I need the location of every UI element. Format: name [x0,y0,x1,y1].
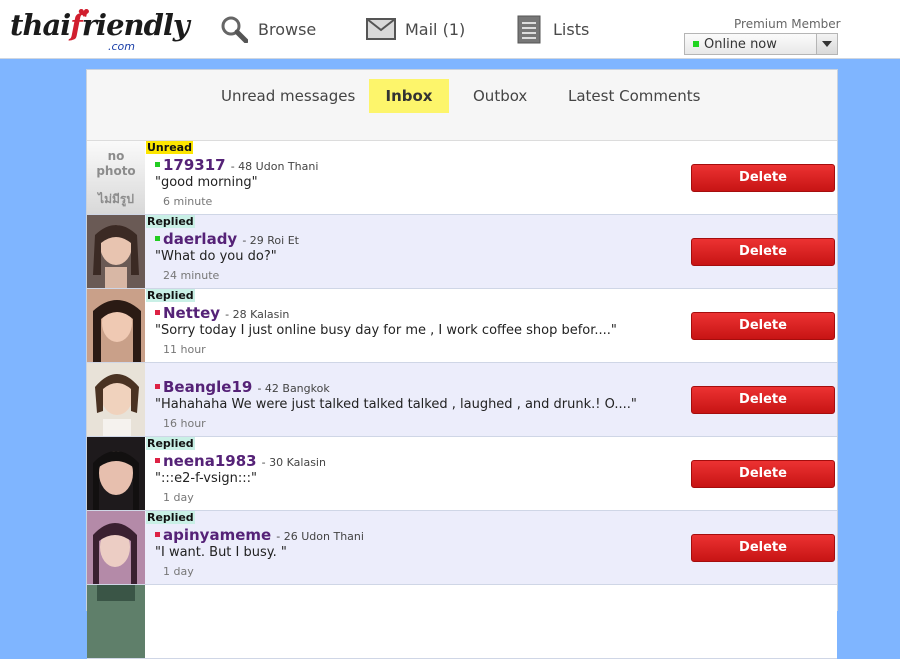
avatar[interactable] [87,289,145,362]
message-preview[interactable]: "I want. But I busy. " [155,545,287,560]
chevron-down-icon[interactable] [816,34,837,54]
user-meta: - 28 Kalasin [225,308,290,321]
message-time: 11 hour [163,343,206,356]
offline-indicator-icon [155,458,160,463]
no-photo-label: no photo [96,149,136,178]
message-time: 6 minute [163,195,213,208]
message-time: 1 day [163,565,194,578]
status-badge: Replied [146,437,195,450]
online-indicator-icon [155,162,160,167]
tab-outbox[interactable]: Outbox [473,79,527,113]
mail-panel: Unread messages Inbox Outbox Latest Comm… [86,69,838,659]
offline-indicator-icon [155,532,160,537]
online-status-select[interactable]: Online now [684,33,838,55]
user-meta: - 42 Bangkok [257,382,330,395]
online-indicator-icon [155,236,160,241]
logo-heart-icon: ❤ [78,6,90,22]
logo-suffix: .com [108,40,135,53]
delete-button[interactable]: Delete [691,386,835,414]
username-link[interactable]: daerlady [163,230,237,248]
tab-unread-messages[interactable]: Unread messages [221,79,355,113]
user-meta: - 26 Udon Thani [276,530,364,543]
avatar[interactable] [87,215,145,288]
delete-button[interactable]: Delete [691,238,835,266]
online-dot-icon [693,41,699,47]
nav-browse[interactable]: Browse [219,13,316,45]
mail-icon [366,14,396,44]
avatar[interactable] [87,363,145,436]
delete-button[interactable]: Delete [691,312,835,340]
nav-lists-label: Lists [553,19,590,39]
no-photo-thai-label: ไม่มีรูป [98,192,134,206]
message-row[interactable]: Replied apinyameme - 26 Udon Thani "I wa… [87,511,837,585]
no-photo-avatar[interactable]: no photo ไม่มีรูป [87,141,145,214]
status-badge: Replied [146,289,195,302]
user-meta: - 30 Kalasin [261,456,326,469]
status-badge: Unread [146,141,193,154]
message-row[interactable]: Replied neena1983 - 30 Kalasin ":::e2-f-… [87,437,837,511]
offline-indicator-icon [155,310,160,315]
username-link[interactable]: 179317 [163,156,226,174]
message-time: 24 minute [163,269,220,282]
username-link[interactable]: Nettey [163,304,220,322]
message-preview[interactable]: "Hahahaha We were just talked talked tal… [155,397,637,412]
top-bar: thaifriendly ❤ .com Browse Mail (1) List… [0,0,900,59]
message-row[interactable] [87,585,837,659]
nav-mail-label: Mail (1) [405,19,466,39]
delete-button[interactable]: Delete [691,534,835,562]
message-time: 16 hour [163,417,206,430]
online-status-value: Online now [704,36,777,52]
message-row[interactable]: Replied daerlady - 29 Roi Et "What do yo… [87,215,837,289]
nav-mail[interactable]: Mail (1) [366,13,465,45]
site-logo[interactable]: thaifriendly ❤ .com [10,6,190,53]
status-badge: Replied [146,511,195,524]
offline-indicator-icon [155,384,160,389]
message-row[interactable]: Beangle19 - 42 Bangkok "Hahahaha We were… [87,363,837,437]
user-meta: - 48 Udon Thani [230,160,319,173]
avatar[interactable] [87,585,145,658]
nav-lists[interactable]: Lists [514,13,589,45]
search-icon [219,14,249,44]
message-preview[interactable]: "good morning" [155,175,258,190]
message-row[interactable]: Replied Nettey - 28 Kalasin "Sorry today… [87,289,837,363]
message-time: 1 day [163,491,194,504]
tab-latest-comments[interactable]: Latest Comments [568,79,700,113]
user-meta: - 29 Roi Et [242,234,299,247]
username-link[interactable]: apinyameme [163,526,271,544]
message-preview[interactable]: "What do you do?" [155,249,277,264]
username-link[interactable]: neena1983 [163,452,257,470]
list-icon [514,14,544,44]
mail-tabs: Unread messages Inbox Outbox Latest Comm… [87,70,837,141]
status-badge: Replied [146,215,195,228]
logo-text: thaifriendly [10,8,190,42]
avatar[interactable] [87,437,145,510]
message-preview[interactable]: "Sorry today I just online busy day for … [155,323,617,338]
message-list: no photo ไม่มีรูป Unread 179317 - 48 Udo… [87,141,837,659]
username-link[interactable]: Beangle19 [163,378,252,396]
nav-browse-label: Browse [258,19,317,39]
avatar[interactable] [87,511,145,584]
membership-label: Premium Member [734,17,841,31]
delete-button[interactable]: Delete [691,164,835,192]
message-preview[interactable]: ":::e2-f-vsign:::" [155,471,257,486]
status-badge [146,363,148,376]
delete-button[interactable]: Delete [691,460,835,488]
tab-inbox[interactable]: Inbox [369,79,449,113]
message-row[interactable]: no photo ไม่มีรูป Unread 179317 - 48 Udo… [87,141,837,215]
